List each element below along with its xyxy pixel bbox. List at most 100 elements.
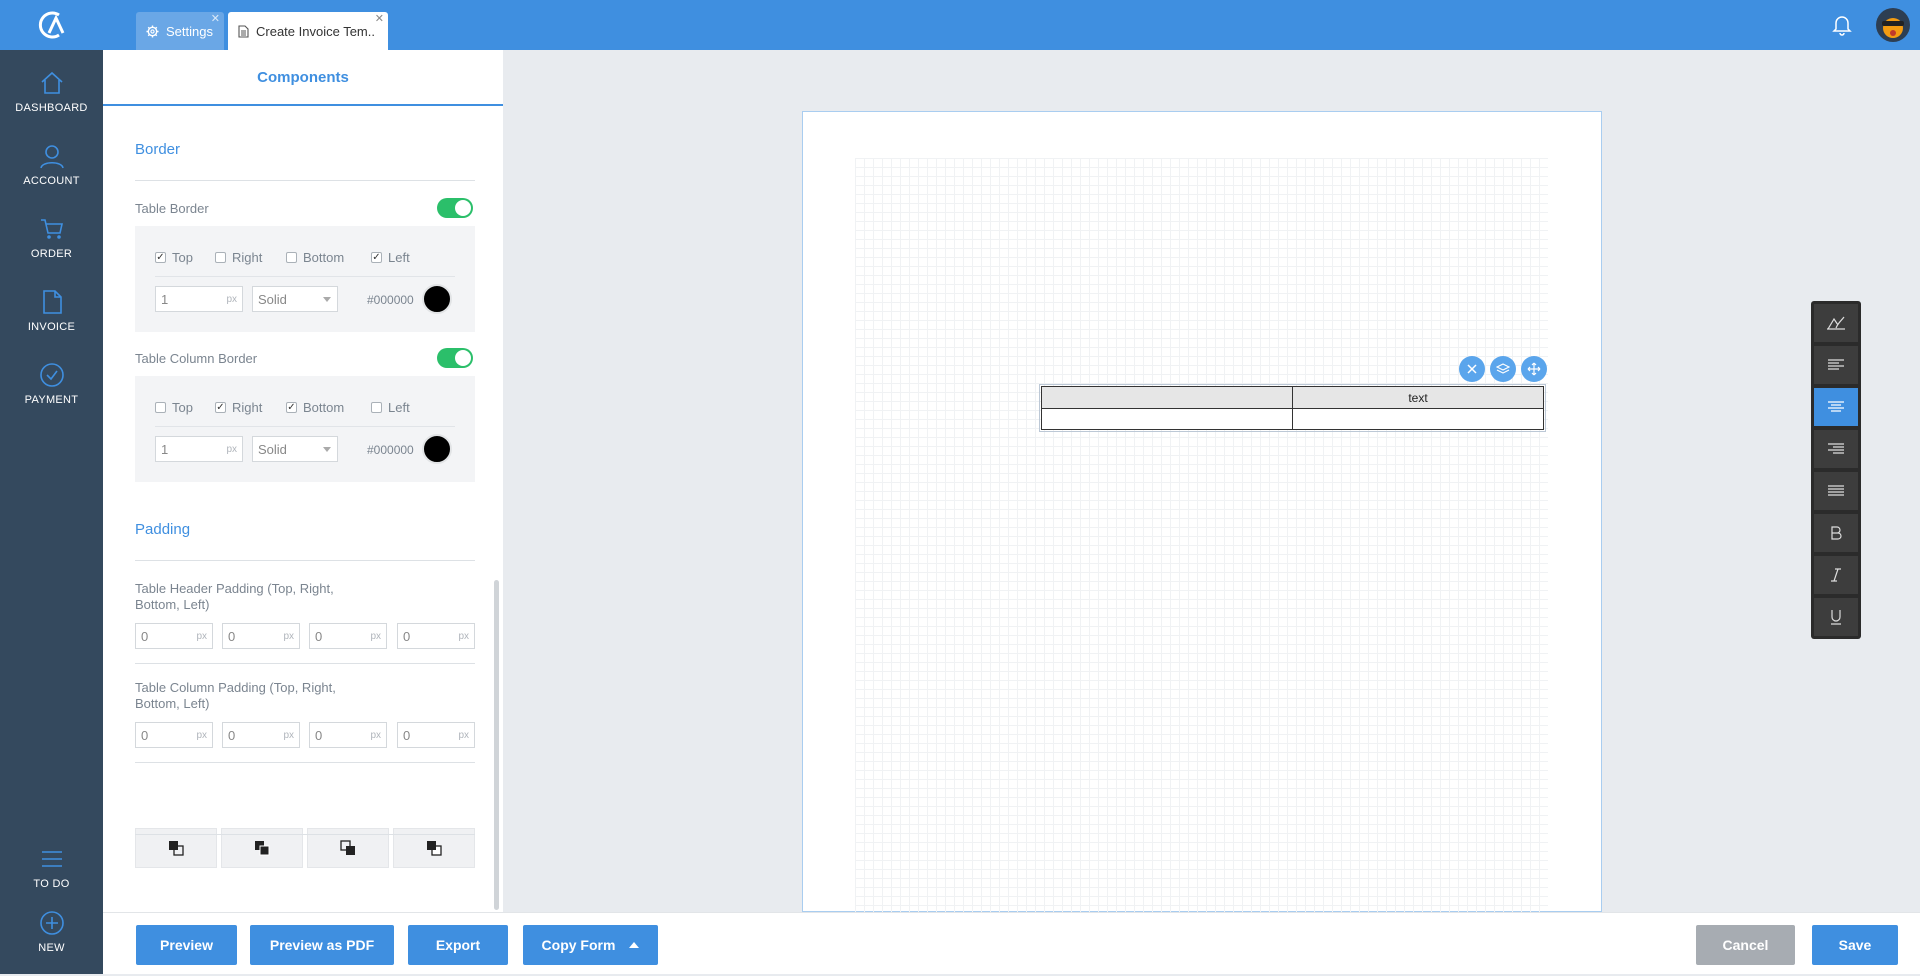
cart-icon (40, 219, 63, 239)
input-value: 0 (403, 727, 411, 743)
checkbox-box[interactable] (371, 402, 382, 413)
divider (135, 663, 475, 664)
bell-icon[interactable] (1832, 14, 1852, 41)
sidebar-item-invoice[interactable]: INVOICE (0, 289, 103, 355)
table-border-bottom-checkbox[interactable]: Bottom (286, 250, 344, 265)
invoice-table[interactable]: text (1039, 384, 1546, 432)
section-title-padding: Padding (135, 521, 191, 538)
column-padding-right-input[interactable]: 0 px (222, 722, 300, 748)
bold-button[interactable] (1814, 514, 1858, 552)
header-padding-top-input[interactable]: 0 px (135, 623, 213, 649)
column-padding-bottom-input[interactable]: 0 px (309, 722, 387, 748)
table-cell[interactable] (1042, 409, 1293, 429)
unit-label: px (196, 729, 207, 741)
table-column-border-toggle[interactable] (437, 348, 473, 368)
table-border-left-checkbox[interactable]: ✓ Left (371, 250, 410, 265)
checkbox-box[interactable] (215, 252, 226, 263)
table-border-top-checkbox[interactable]: ✓ Top (155, 250, 193, 265)
tab-settings[interactable]: Settings ✕ (136, 12, 224, 50)
table-column-border-options (135, 376, 475, 482)
tab-settings-label: Settings (166, 23, 213, 39)
align-justify-button[interactable] (1814, 472, 1858, 510)
table-border-right-checkbox[interactable]: Right (215, 250, 262, 265)
sidebar-item-todo[interactable]: TO DO (0, 846, 103, 912)
input-value: 0 (141, 628, 149, 644)
avatar[interactable] (1876, 8, 1910, 42)
underline-button[interactable] (1814, 598, 1858, 636)
checkbox-box[interactable]: ✓ (286, 402, 297, 413)
column-border-color-swatch[interactable] (422, 434, 452, 464)
section-title-border: Border (135, 141, 181, 158)
align-right-button[interactable] (1814, 430, 1858, 468)
align-center-icon (1828, 401, 1844, 412)
checkbox-box[interactable]: ✓ (371, 252, 382, 263)
file-icon (42, 290, 62, 314)
align-right-icon (1828, 443, 1844, 454)
export-button[interactable]: Export (408, 925, 508, 965)
save-button[interactable]: Save (1812, 925, 1898, 965)
sidebar-item-account[interactable]: ACCOUNT (0, 143, 103, 209)
column-border-left-checkbox[interactable]: Left (371, 400, 410, 415)
element-move-button[interactable] (1521, 356, 1547, 382)
sidebar-item-label: INVOICE (27, 321, 76, 333)
header-padding-right-input[interactable]: 0 px (222, 623, 300, 649)
sidebar-item-label: ORDER (30, 248, 73, 260)
checkbox-box[interactable] (155, 402, 166, 413)
caret-up-icon (629, 942, 640, 948)
table-border-color-swatch[interactable] (422, 284, 452, 314)
element-layers-button[interactable] (1490, 356, 1516, 382)
column-border-top-checkbox[interactable]: Top (155, 400, 193, 415)
preview-pdf-button[interactable]: Preview as PDF (250, 925, 394, 965)
unit-label: px (458, 729, 469, 741)
copy-form-button[interactable]: Copy Form (523, 925, 658, 965)
cancel-button[interactable]: Cancel (1696, 925, 1795, 965)
input-value: 0 (228, 727, 236, 743)
table-border-width-input[interactable]: 1 px (155, 286, 243, 312)
table-border-toggle[interactable] (437, 198, 473, 218)
italic-icon (1831, 568, 1841, 582)
text-style-button[interactable] (1814, 304, 1858, 342)
unit-label: px (196, 630, 207, 642)
align-left-button[interactable] (1814, 346, 1858, 384)
header-padding-label: Table Header Padding (Top, Right, Bottom… (135, 581, 334, 612)
sidebar-item-new[interactable]: NEW (0, 910, 103, 976)
align-center-button[interactable] (1814, 388, 1858, 426)
preview-button[interactable]: Preview (136, 925, 237, 965)
sidebar-item-payment[interactable]: PAYMENT (0, 362, 103, 428)
checkbox-label: Left (388, 250, 410, 265)
table-header-cell[interactable]: text (1293, 387, 1543, 409)
italic-button[interactable] (1814, 556, 1858, 594)
input-value: 0 (403, 628, 411, 644)
tab-create-invoice-template[interactable]: Create Invoice Tem.. ✕ (228, 12, 388, 50)
element-delete-button[interactable] (1459, 356, 1485, 382)
checkbox-box[interactable]: ✓ (155, 252, 166, 263)
table-border-style-select[interactable]: Solid (252, 286, 338, 312)
divider (135, 762, 475, 763)
input-value: 0 (141, 727, 149, 743)
column-border-color-hex: #000000 (367, 443, 414, 457)
document-icon (238, 24, 249, 38)
column-border-bottom-checkbox[interactable]: ✓ Bottom (286, 400, 344, 415)
checkbox-box[interactable]: ✓ (215, 402, 226, 413)
sidebar-item-label: DASHBOARD (15, 102, 88, 114)
sidebar-item-order[interactable]: ORDER (0, 216, 103, 282)
sidebar-item-dashboard[interactable]: DASHBOARD (0, 70, 103, 136)
table-header-cell[interactable] (1042, 387, 1293, 409)
header-padding-left-input[interactable]: 0 px (397, 623, 475, 649)
column-border-style-select[interactable]: Solid (252, 436, 338, 462)
column-border-right-checkbox[interactable]: ✓ Right (215, 400, 262, 415)
app-logo[interactable] (0, 0, 103, 50)
column-padding-top-input[interactable]: 0 px (135, 722, 213, 748)
column-border-width-input[interactable]: 1 px (155, 436, 243, 462)
input-value: 1 (161, 291, 169, 307)
chevron-down-icon (323, 297, 331, 302)
tab-close-icon[interactable]: ✕ (211, 14, 220, 25)
table-border-label: Table Border (135, 201, 209, 216)
panel-scrollbar[interactable] (494, 580, 499, 910)
copy-form-label: Copy Form (541, 937, 616, 953)
header-padding-bottom-input[interactable]: 0 px (309, 623, 387, 649)
checkbox-box[interactable] (286, 252, 297, 263)
chevron-down-icon (323, 447, 331, 452)
column-padding-left-input[interactable]: 0 px (397, 722, 475, 748)
tab-close-icon[interactable]: ✕ (375, 14, 384, 25)
